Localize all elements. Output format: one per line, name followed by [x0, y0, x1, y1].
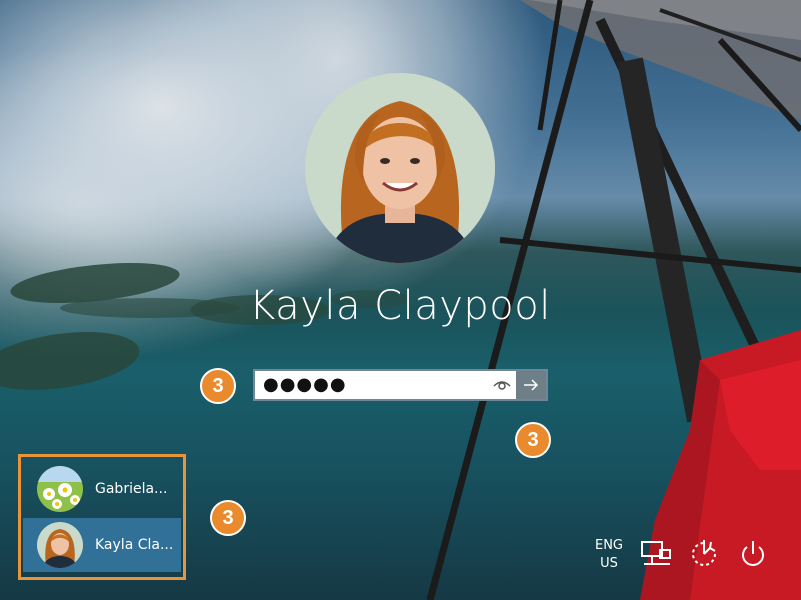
user-avatar — [37, 466, 83, 512]
submit-button[interactable] — [516, 371, 546, 399]
region-code: US — [600, 556, 618, 571]
user-item-kayla[interactable]: Kayla Cla... — [23, 518, 181, 572]
user-item-label: Kayla Cla... — [95, 537, 174, 553]
person-portrait-icon — [37, 522, 83, 568]
network-icon[interactable] — [640, 538, 672, 570]
power-icon[interactable] — [737, 538, 769, 570]
arrow-right-icon — [524, 379, 539, 391]
callout-badge-submit: 3 — [515, 422, 551, 458]
person-portrait-icon — [305, 73, 495, 263]
language-indicator[interactable]: ENG US — [590, 537, 628, 573]
language-code: ENG — [594, 538, 623, 553]
user-avatar-large — [305, 73, 495, 263]
password-field[interactable]: ●●●●● — [253, 369, 548, 401]
user-avatar — [37, 522, 83, 568]
user-name-heading: Kayla Claypool — [249, 283, 551, 329]
callout-badge-user-list: 3 — [210, 500, 246, 536]
flower-avatar-icon — [37, 466, 83, 512]
password-value: ●●●●● — [263, 374, 347, 395]
user-switcher: Gabriela... Kayla Cla... — [18, 454, 186, 580]
reveal-password-icon[interactable] — [493, 378, 511, 392]
lock-screen: Kayla Claypool ●●●●● 3 3 3 Gabriela... K… — [0, 0, 801, 600]
user-item-label: Gabriela... — [95, 481, 168, 497]
user-item-gabriela[interactable]: Gabriela... — [23, 462, 181, 516]
ease-of-access-icon[interactable] — [688, 538, 720, 570]
callout-badge-password: 3 — [200, 368, 236, 404]
